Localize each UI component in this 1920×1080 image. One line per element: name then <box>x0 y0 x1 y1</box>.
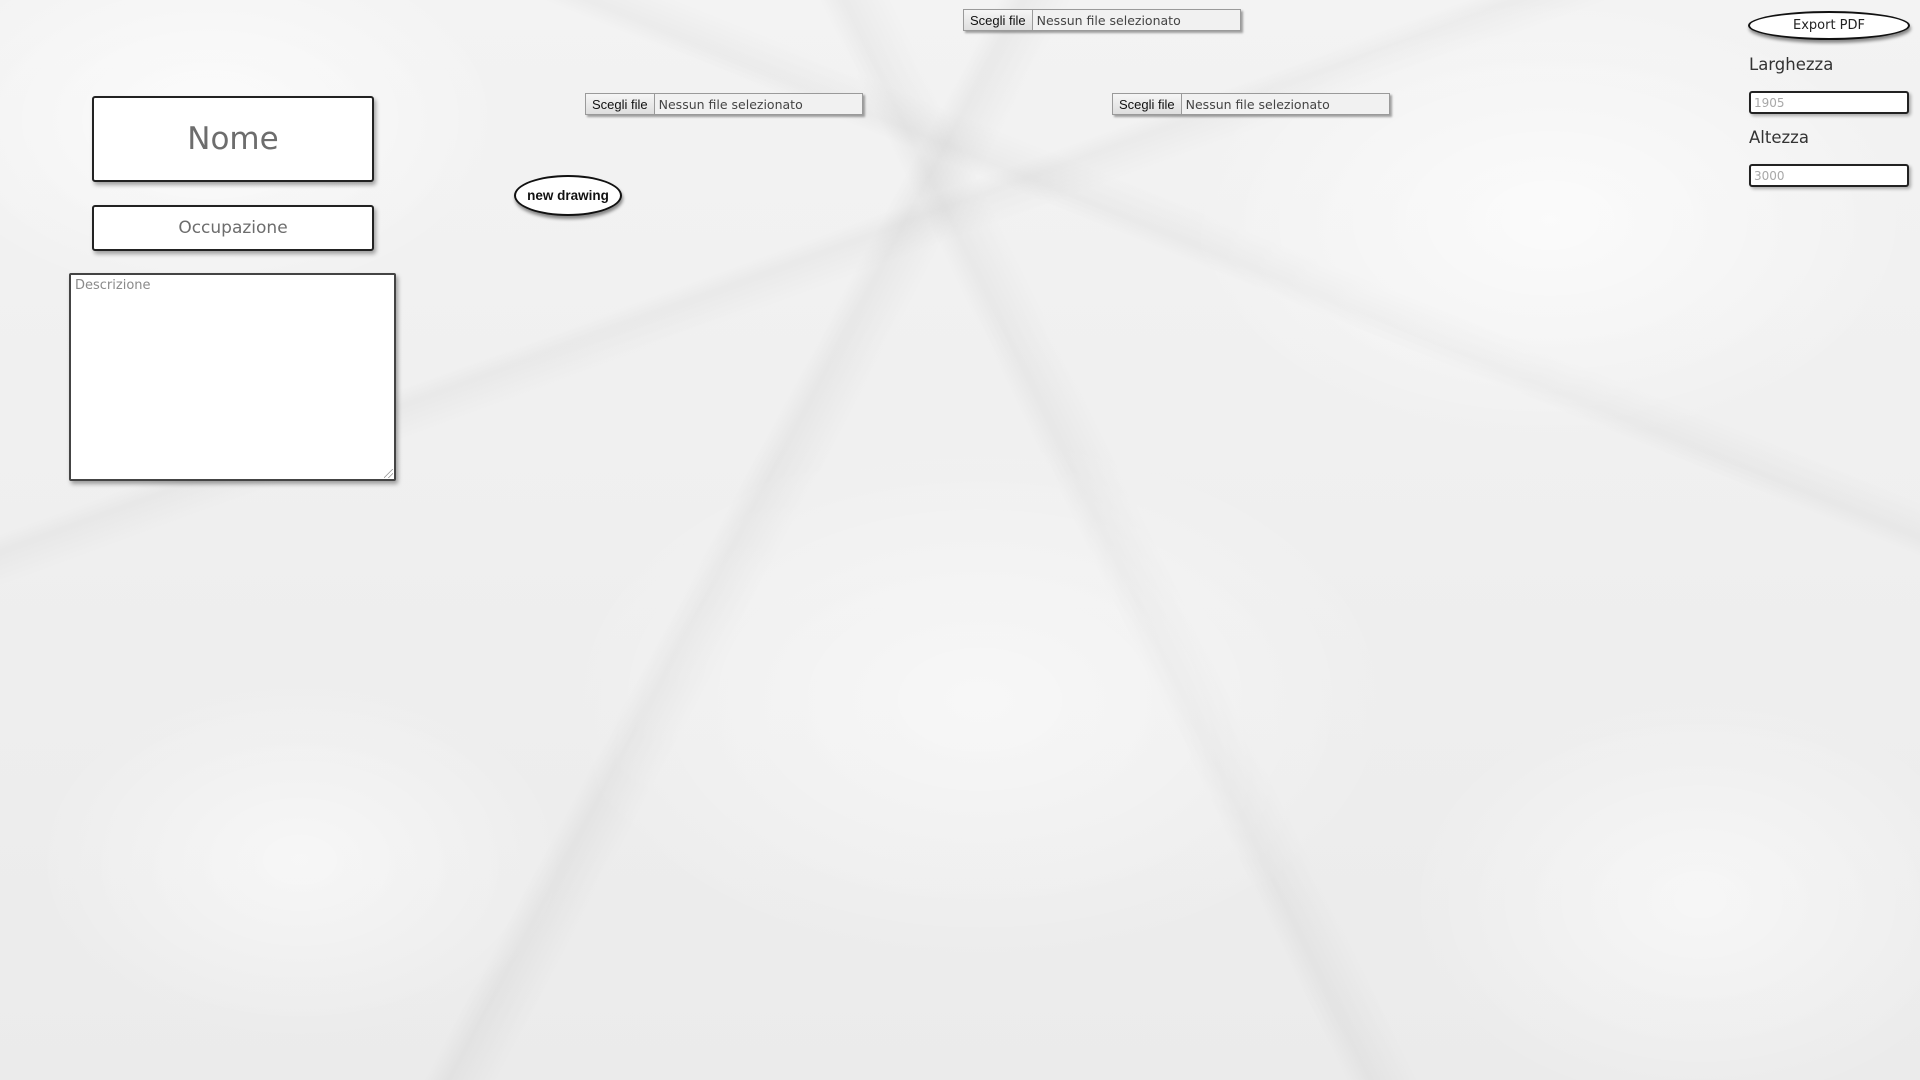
file-input-right[interactable]: Scegli file Nessun file selezionato <box>1112 93 1390 115</box>
file-input-left[interactable]: Scegli file Nessun file selezionato <box>585 93 863 115</box>
occupation-placeholder: Occupazione <box>178 218 288 238</box>
description-textarea[interactable]: Descrizione <box>69 273 396 481</box>
export-pdf-label: Export PDF <box>1792 18 1865 33</box>
resize-grip-icon[interactable] <box>384 469 393 478</box>
new-drawing-label: new drawing <box>527 188 609 203</box>
choose-file-button[interactable]: Scegli file <box>964 10 1033 30</box>
file-status-text: Nessun file selezionato <box>1036 12 1181 28</box>
occupation-field[interactable]: Occupazione <box>92 205 374 251</box>
name-field[interactable]: Nome <box>92 96 374 182</box>
file-status-text: Nessun file selezionato <box>1185 96 1330 112</box>
height-label: Altezza <box>1749 128 1809 147</box>
export-pdf-button[interactable]: Export PDF <box>1748 11 1910 40</box>
width-label: Larghezza <box>1749 55 1834 74</box>
height-placeholder: 3000 <box>1754 168 1785 183</box>
new-drawing-button[interactable]: new drawing <box>514 175 622 216</box>
description-placeholder: Descrizione <box>75 278 151 293</box>
file-input-top[interactable]: Scegli file Nessun file selezionato <box>963 9 1241 31</box>
choose-file-button[interactable]: Scegli file <box>1113 94 1182 114</box>
height-input[interactable]: 3000 <box>1749 164 1909 187</box>
width-input[interactable]: 1905 <box>1749 91 1909 114</box>
width-placeholder: 1905 <box>1754 95 1785 110</box>
choose-file-button[interactable]: Scegli file <box>586 94 655 114</box>
file-status-text: Nessun file selezionato <box>658 96 803 112</box>
name-placeholder: Nome <box>187 121 279 157</box>
